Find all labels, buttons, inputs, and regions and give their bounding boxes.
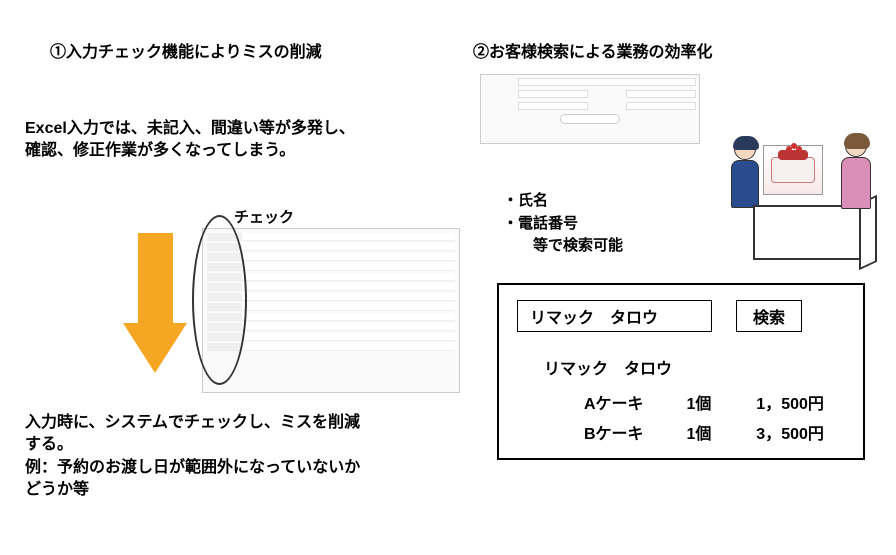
item-price: 1，500円 xyxy=(729,390,824,414)
search-form-illustration xyxy=(480,74,700,144)
check-highlight-ellipse xyxy=(192,215,247,385)
sales-scene-illustration xyxy=(718,135,878,265)
section-1-heading: ①入力チェック機能によりミスの削減 xyxy=(50,38,322,62)
search-criteria-list: ・氏名 ・電話番号 等で検索可能 xyxy=(503,190,623,258)
search-result-box: リマック タロウ 検索 リマック タロウ Aケーキ 1個 1，500円 Bケーキ… xyxy=(497,283,865,460)
search-button[interactable]: 検索 xyxy=(736,300,802,332)
solution-description: 入力時に、システムでチェックし、ミスを削減する。 例：予約のお渡し日が範囲外にな… xyxy=(25,412,365,502)
item-price: 3，500円 xyxy=(729,420,824,444)
result-item-row: Aケーキ 1個 1，500円 xyxy=(584,390,824,414)
item-name: Aケーキ xyxy=(584,390,662,414)
item-qty: 1個 xyxy=(666,390,724,414)
item-name: Bケーキ xyxy=(584,420,662,444)
search-name-input[interactable]: リマック タロウ xyxy=(517,300,712,332)
section-2-heading: ②お客様検索による業務の効率化 xyxy=(473,38,713,62)
criteria-phone: ・電話番号 xyxy=(503,213,623,236)
check-label: チェック xyxy=(234,206,294,227)
cake-photo-icon xyxy=(763,145,823,195)
criteria-name: ・氏名 xyxy=(503,190,623,213)
result-item-row: Bケーキ 1個 3，500円 xyxy=(584,420,824,444)
customer-icon xyxy=(836,135,876,245)
result-customer-name: リマック タロウ xyxy=(544,355,672,379)
criteria-etc: 等で検索可能 xyxy=(503,235,623,258)
down-arrow-icon xyxy=(123,233,188,378)
problem-description: Excel入力では、未記入、間違い等が多発し、確認、修正作業が多くなってしまう。 xyxy=(25,118,355,163)
item-qty: 1個 xyxy=(666,420,724,444)
